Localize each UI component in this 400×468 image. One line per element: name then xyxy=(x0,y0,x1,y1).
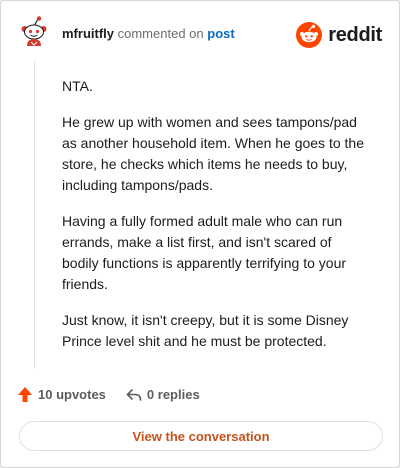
user-avatar[interactable] xyxy=(16,14,52,50)
comment-header: mfruitfly commented on post xyxy=(62,27,235,41)
comment-body: NTA. He grew up with women and sees tamp… xyxy=(62,76,372,367)
comment-paragraph: Having a fully formed adult male who can… xyxy=(62,213,347,292)
upvote-arrow-icon xyxy=(18,387,32,402)
action-text: commented on xyxy=(117,26,204,41)
reply-arrow-icon xyxy=(126,388,142,401)
reddit-logo[interactable]: reddit xyxy=(296,22,382,48)
comment-paragraph: He grew up with women and sees tampons/p… xyxy=(62,114,364,193)
username-link[interactable]: mfruitfly xyxy=(62,26,114,41)
view-conversation-button[interactable]: View the conversation xyxy=(19,421,383,451)
reddit-wordmark: reddit xyxy=(328,23,382,46)
post-link[interactable]: post xyxy=(207,26,234,41)
upvote-button[interactable]: 10 upvotes xyxy=(17,386,106,403)
replies-count: 0 replies xyxy=(146,387,200,402)
replies-button[interactable]: 0 replies xyxy=(126,387,200,402)
comment-paragraph: Just know, it isn't creepy, but it is so… xyxy=(62,312,349,349)
thread-line xyxy=(34,61,35,369)
reddit-snoo-icon xyxy=(296,22,323,48)
comment-paragraph: NTA. xyxy=(62,78,93,94)
upvote-count: 10 upvotes xyxy=(38,387,106,402)
snoo-avatar-icon xyxy=(17,15,51,49)
comment-actions: 10 upvotes 0 replies xyxy=(17,386,200,403)
comment-card: mfruitfly commented on post reddit NTA. … xyxy=(0,0,400,468)
